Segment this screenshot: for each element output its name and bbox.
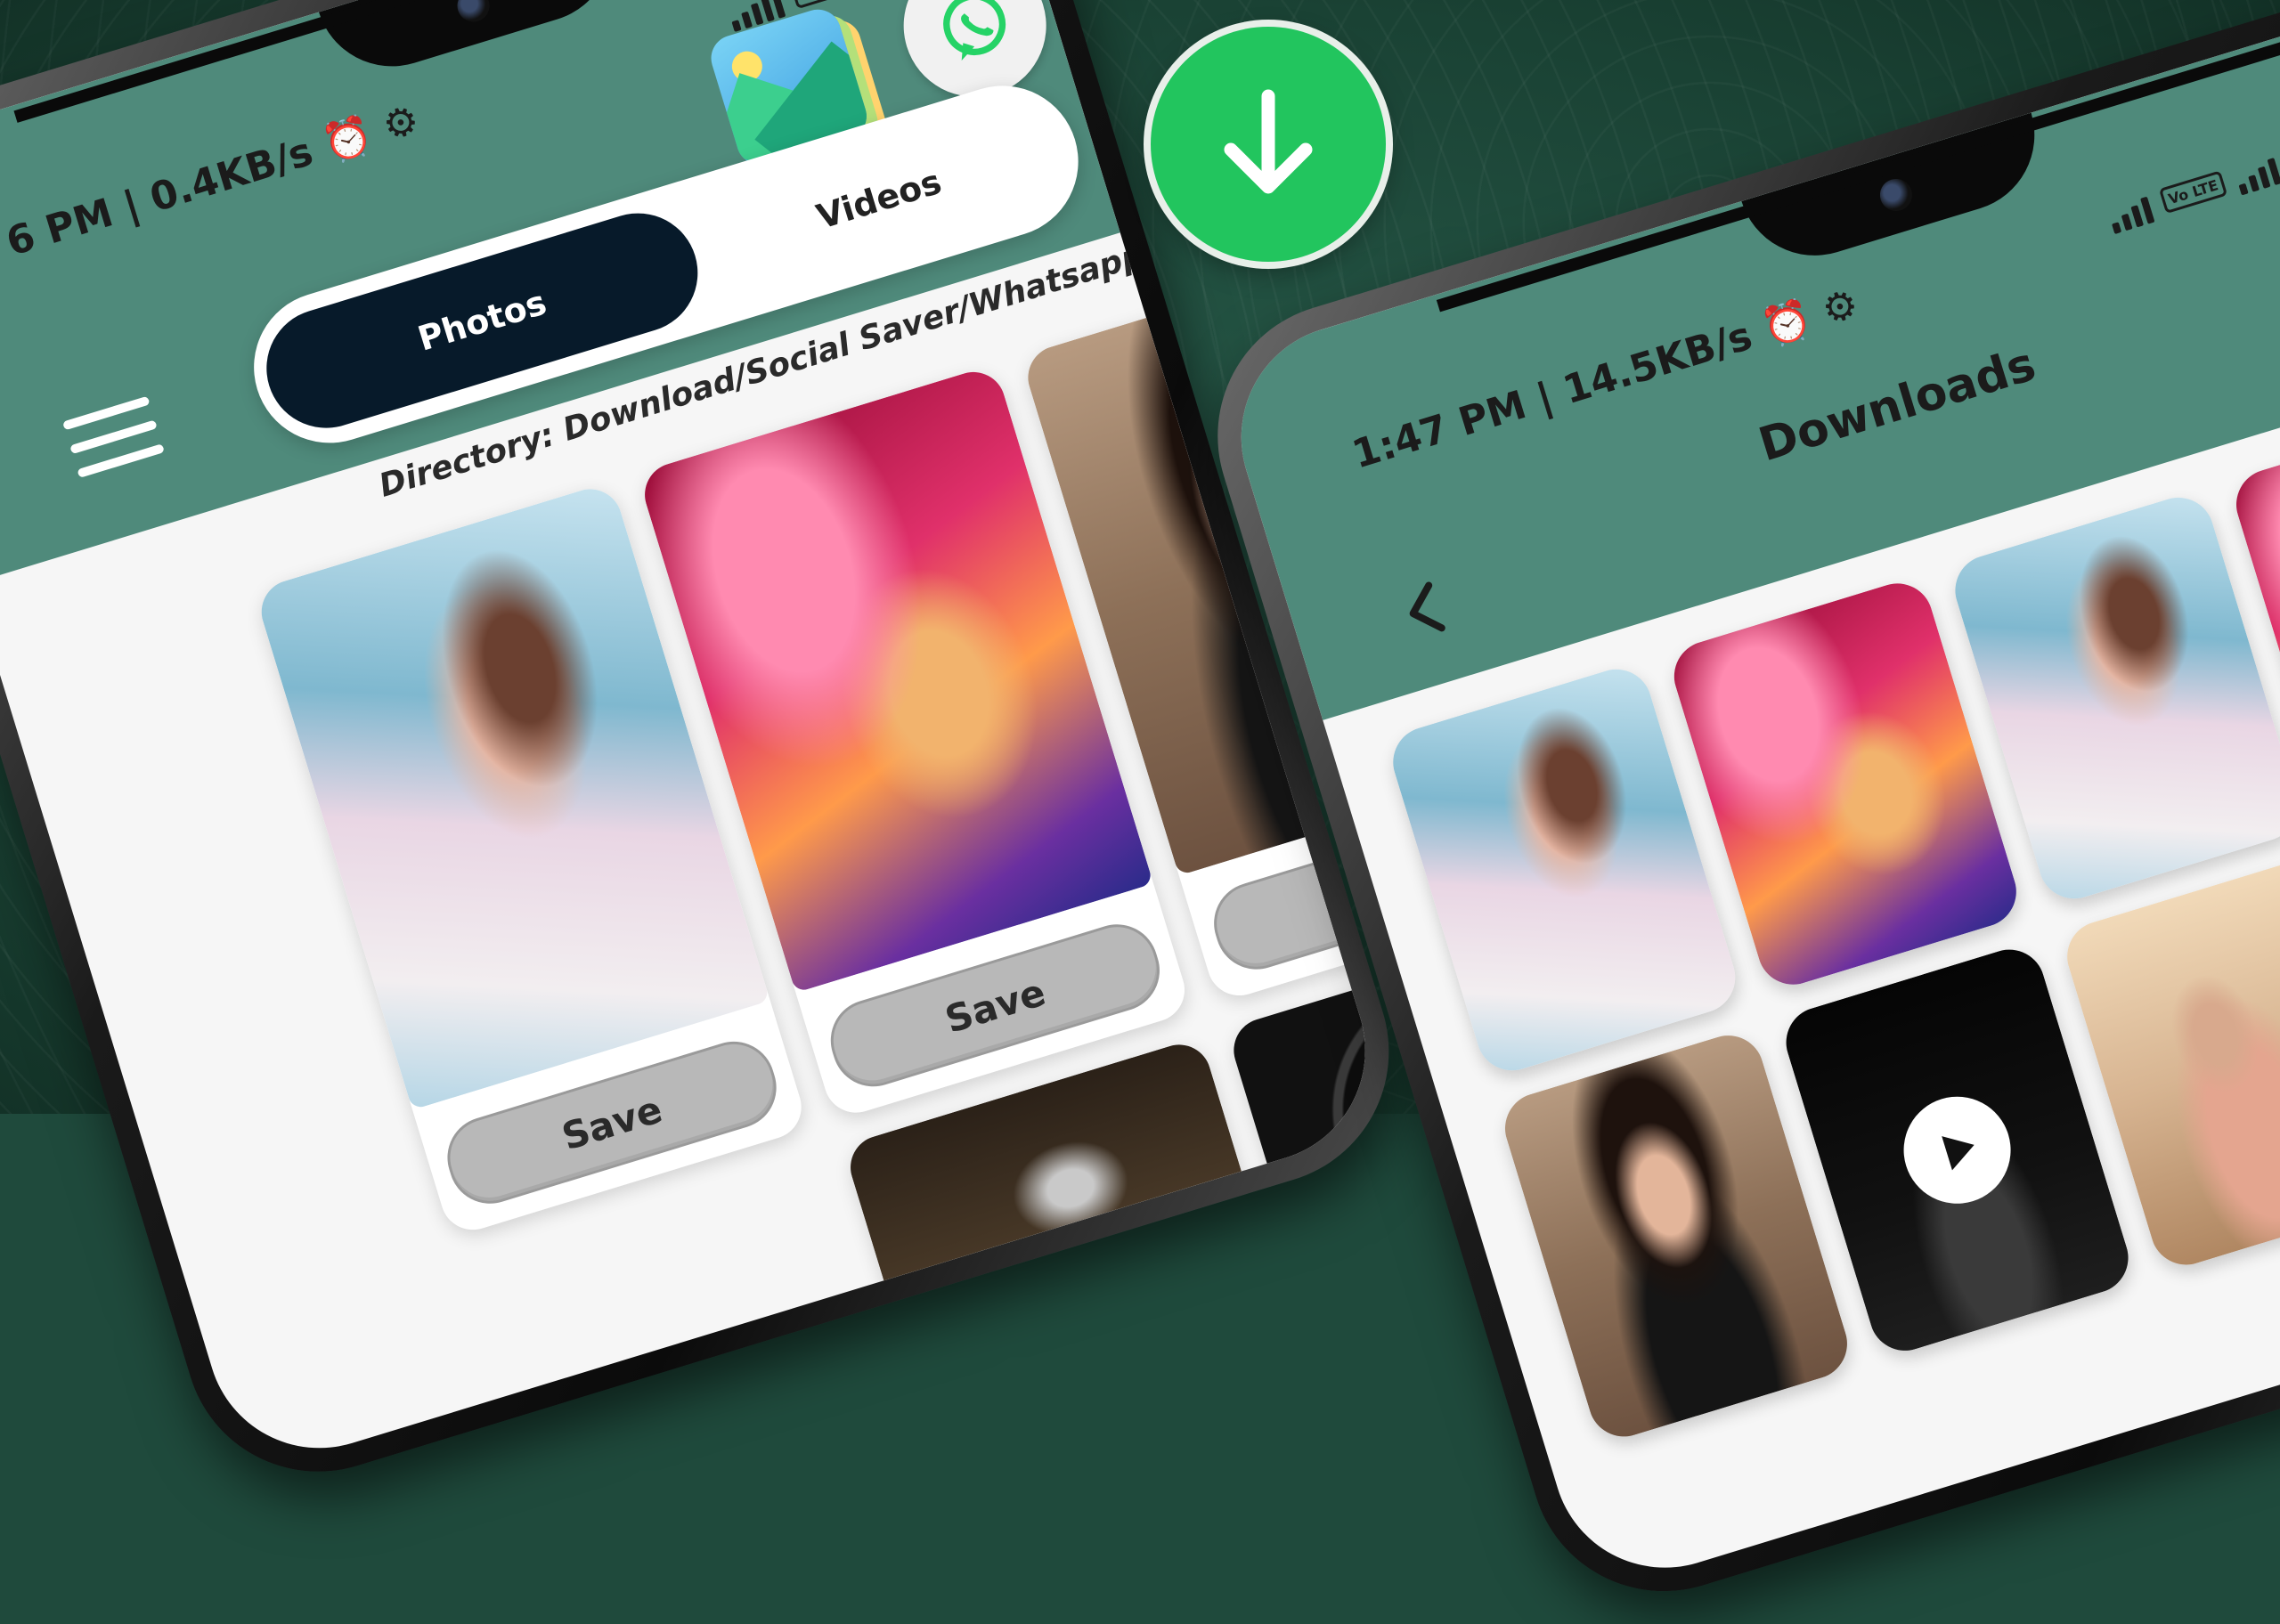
front-camera-icon: [1876, 175, 1917, 215]
signal-strength-icon: [2231, 149, 2280, 196]
front-camera-icon: [453, 0, 493, 26]
tab-videos-label: Videos: [811, 161, 946, 237]
whatsapp-glyph: [943, 0, 1006, 61]
tab-photos-label: Photos: [413, 282, 551, 359]
download-icon: [1151, 27, 1386, 262]
download-arrow-glyph: [1224, 89, 1313, 194]
play-icon[interactable]: [1890, 1083, 2024, 1217]
